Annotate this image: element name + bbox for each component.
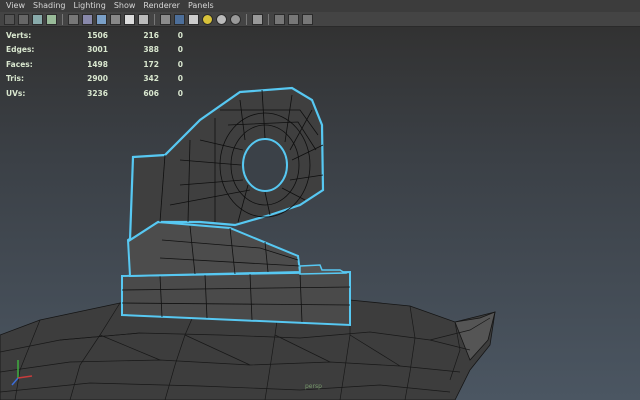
hud-value: 0 [177,30,183,40]
hud-value: 2900 [87,74,108,84]
hud-value: 0 [177,74,183,84]
hud-value: 3001 [87,45,108,55]
selected-mesh-hook[interactable] [128,86,325,243]
selected-mesh-step[interactable] [299,264,348,275]
hud-row-verts: Verts: 1506 216 0 [6,28,183,43]
hud-value: 0 [177,59,183,69]
hud-row-edges: Edges: 3001 388 0 [6,43,183,58]
hud-value: 388 [143,45,159,55]
hud-label: UVs: [6,88,26,98]
hud-label: Tris: [6,74,25,84]
hud-value: 172 [143,59,159,69]
hud-value: 3236 [87,88,108,98]
hud-value: 1498 [87,59,108,69]
hud-value: 0 [177,88,183,98]
hud-label: Faces: [6,59,33,69]
hud-value: 0 [177,45,183,55]
camera-name-label: persp [305,383,322,390]
hud-label: Verts: [6,30,32,40]
selected-mesh-pedestal[interactable] [126,220,302,278]
hud-value: 606 [143,88,159,98]
hud-row-faces: Faces: 1498 172 0 [6,57,183,72]
hud-row-uvs: UVs: 3236 606 0 [6,86,183,101]
hud-value: 1506 [87,30,108,40]
hud-label: Edges: [6,45,35,55]
selected-mesh-base[interactable] [121,270,351,327]
poly-count-hud: Verts: 1506 216 0 Edges: 3001 388 0 Face… [6,28,183,101]
hud-value: 216 [143,30,159,40]
hud-value: 342 [143,74,159,84]
hud-row-tris: Tris: 2900 342 0 [6,72,183,87]
